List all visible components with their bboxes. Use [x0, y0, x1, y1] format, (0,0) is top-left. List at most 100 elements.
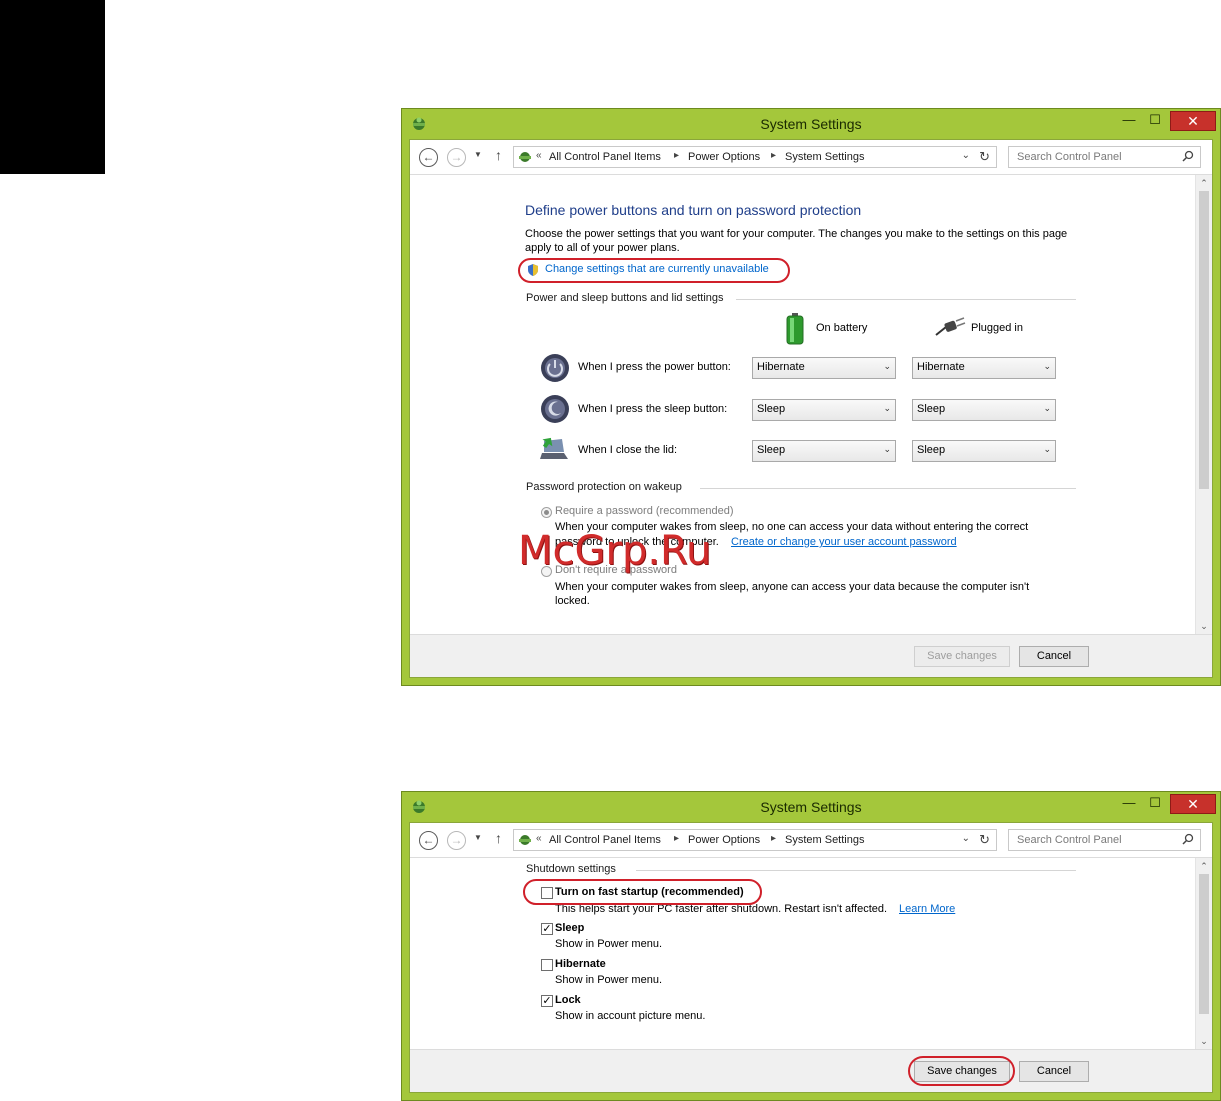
vertical-scrollbar[interactable]: ⌃ ⌄ — [1195, 175, 1212, 634]
power-plug-icon — [935, 317, 966, 336]
overflow-chevron-icon[interactable]: « — [536, 833, 542, 844]
address-dropdown-icon[interactable]: ⌄ — [962, 833, 970, 844]
select-value: Sleep — [917, 403, 946, 415]
content-pane: Shutdown settings Turn on fast startup (… — [410, 857, 1212, 1049]
cancel-button[interactable]: Cancel — [1019, 646, 1089, 667]
minimize-button[interactable]: — — [1116, 111, 1142, 131]
recent-locations-chevron-icon[interactable]: ▼ — [474, 150, 482, 159]
close-lid-plugged-select[interactable]: Sleep ⌄ — [912, 440, 1056, 462]
overflow-chevron-icon[interactable]: « — [536, 150, 542, 161]
watermark-text: McGrp.Ru — [518, 528, 712, 574]
breadcrumb-separator-icon[interactable]: ▸ — [771, 150, 776, 161]
close-lid-battery-select[interactable]: Sleep ⌄ — [752, 440, 896, 462]
address-bar[interactable]: « All Control Panel Items ▸ Power Option… — [513, 146, 997, 168]
up-arrow-icon[interactable]: ↑ — [495, 147, 502, 163]
change-password-link[interactable]: Create or change your user account passw… — [731, 536, 957, 548]
breadcrumb-separator-icon[interactable]: ▸ — [674, 833, 679, 844]
shutdown-section-heading: Shutdown settings — [526, 863, 616, 875]
recent-locations-chevron-icon[interactable]: ▼ — [474, 833, 482, 842]
breadcrumb-item[interactable]: System Settings — [785, 834, 864, 846]
breadcrumb-item[interactable]: System Settings — [785, 151, 864, 163]
plugged-in-label: Plugged in — [971, 322, 1023, 334]
intro-text: Choose the power settings that you want … — [525, 228, 1068, 254]
lock-checkbox[interactable]: ✓ — [541, 995, 553, 1007]
save-changes-button[interactable]: Save changes — [914, 646, 1010, 667]
breadcrumb-item[interactable]: Power Options — [688, 834, 760, 846]
scroll-up-icon[interactable]: ⌃ — [1196, 175, 1212, 191]
maximize-button[interactable]: ☐ — [1142, 111, 1168, 131]
close-button[interactable]: ✕ — [1170, 111, 1216, 131]
close-button[interactable]: ✕ — [1170, 794, 1216, 814]
sleep-checkbox[interactable]: ✓ — [541, 923, 553, 935]
system-settings-window-2: System Settings — ☐ ✕ ← → ▼ ↑ « All Cont… — [401, 791, 1221, 1101]
search-placeholder: Search Control Panel — [1017, 834, 1122, 846]
chevron-down-icon: ⌄ — [1043, 403, 1051, 413]
button-footer: Save changes Cancel — [410, 634, 1212, 677]
scroll-down-icon[interactable]: ⌄ — [1196, 1033, 1212, 1049]
back-arrow-icon[interactable]: ← — [419, 148, 438, 167]
window-client-area: ← → ▼ ↑ « All Control Panel Items ▸ Powe… — [409, 822, 1213, 1093]
power-button-battery-select[interactable]: Hibernate ⌄ — [752, 357, 896, 379]
breadcrumb-separator-icon[interactable]: ▸ — [674, 150, 679, 161]
minimize-button[interactable]: — — [1116, 794, 1142, 814]
page-title: Define power buttons and turn on passwor… — [525, 202, 862, 218]
hibernate-checkbox[interactable] — [541, 959, 553, 971]
vertical-scrollbar[interactable]: ⌃ ⌄ — [1195, 858, 1212, 1049]
sleep-option-label: Sleep — [555, 922, 585, 934]
title-bar[interactable]: System Settings — ☐ ✕ — [402, 792, 1220, 822]
power-button-plugged-select[interactable]: Hibernate ⌄ — [912, 357, 1056, 379]
up-arrow-icon[interactable]: ↑ — [495, 830, 502, 846]
scroll-up-icon[interactable]: ⌃ — [1196, 858, 1212, 874]
navigation-bar: ← → ▼ ↑ « All Control Panel Items ▸ Powe… — [410, 823, 1212, 857]
hibernate-option-label: Hibernate — [555, 958, 606, 970]
section-divider — [636, 870, 1076, 871]
button-footer: Save changes Cancel — [410, 1049, 1212, 1092]
chevron-down-icon: ⌄ — [1043, 444, 1051, 454]
sleep-button-label: When I press the sleep button: — [578, 403, 728, 415]
scroll-thumb[interactable] — [1199, 191, 1209, 489]
sleep-button-icon — [541, 395, 569, 423]
control-panel-icon — [519, 152, 531, 162]
black-page-tab — [0, 0, 105, 174]
highlight-annotation — [518, 258, 790, 283]
search-input[interactable]: Search Control Panel — [1008, 146, 1201, 168]
require-password-radio[interactable] — [541, 507, 552, 518]
maximize-button[interactable]: ☐ — [1142, 794, 1168, 814]
forward-arrow-icon[interactable]: → — [447, 831, 466, 850]
address-dropdown-icon[interactable]: ⌄ — [962, 150, 970, 161]
password-section-heading: Password protection on wakeup — [526, 481, 682, 493]
breadcrumb-separator-icon[interactable]: ▸ — [771, 833, 776, 844]
section-divider — [700, 488, 1076, 489]
lock-option-label: Lock — [555, 994, 581, 1006]
laptop-lid-icon — [540, 437, 568, 459]
cancel-button[interactable]: Cancel — [1019, 1061, 1089, 1082]
scroll-thumb[interactable] — [1199, 874, 1209, 1014]
sleep-button-plugged-select[interactable]: Sleep ⌄ — [912, 399, 1056, 421]
chevron-down-icon: ⌄ — [883, 361, 891, 371]
no-password-description: When your computer wakes from sleep, any… — [555, 581, 1030, 607]
power-button-icon — [541, 354, 569, 382]
power-button-label: When I press the power button: — [578, 361, 731, 373]
scroll-down-icon[interactable]: ⌄ — [1196, 618, 1212, 634]
refresh-icon[interactable]: ↻ — [979, 832, 990, 848]
forward-arrow-icon[interactable]: → — [447, 148, 466, 167]
breadcrumb-item[interactable]: All Control Panel Items — [549, 151, 661, 163]
highlight-annotation — [908, 1056, 1015, 1086]
back-arrow-icon[interactable]: ← — [419, 831, 438, 850]
search-icon[interactable] — [1182, 833, 1194, 845]
window-client-area: ← → ▼ ↑ « All Control Panel Items ▸ Powe… — [409, 139, 1213, 678]
refresh-icon[interactable]: ↻ — [979, 149, 990, 165]
buttons-section-heading: Power and sleep buttons and lid settings — [526, 292, 724, 304]
address-bar[interactable]: « All Control Panel Items ▸ Power Option… — [513, 829, 997, 851]
breadcrumb-item[interactable]: All Control Panel Items — [549, 834, 661, 846]
on-battery-label: On battery — [816, 322, 868, 334]
sleep-button-battery-select[interactable]: Sleep ⌄ — [752, 399, 896, 421]
window-title: System Settings — [760, 116, 862, 132]
breadcrumb-item[interactable]: Power Options — [688, 151, 760, 163]
search-icon[interactable] — [1182, 150, 1194, 162]
control-panel-icon — [519, 835, 531, 845]
search-input[interactable]: Search Control Panel — [1008, 829, 1201, 851]
learn-more-link[interactable]: Learn More — [899, 903, 955, 915]
title-bar[interactable]: System Settings — ☐ ✕ — [402, 109, 1220, 139]
system-settings-window-1: System Settings — ☐ ✕ ← → ▼ ↑ « All Cont… — [401, 108, 1221, 686]
